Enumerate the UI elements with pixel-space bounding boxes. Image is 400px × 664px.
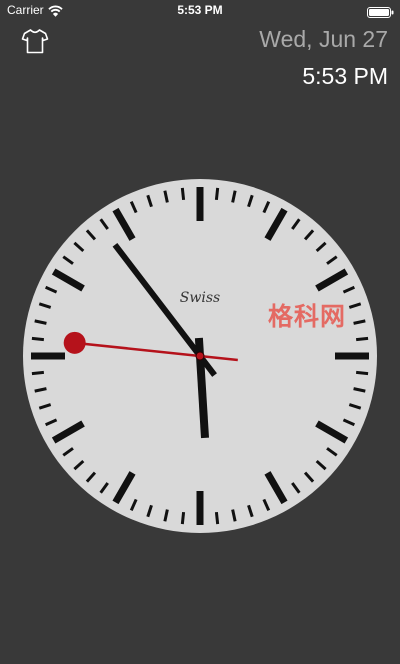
clock-brand-label: Swiss [180, 290, 220, 306]
status-bar: Carrier 5:53 PM [0, 0, 400, 20]
date-label: Wed, Jun 27 [259, 26, 388, 52]
theme-button[interactable] [20, 26, 50, 56]
minute-tick [31, 370, 45, 376]
watermark-label: 格科网 [268, 302, 347, 331]
minute-tick [214, 511, 220, 525]
digital-time-label: 5:53 PM [302, 63, 388, 89]
analog-clock: Swiss [23, 179, 377, 533]
tshirt-icon [21, 29, 49, 54]
clock-center-pin [195, 351, 205, 361]
screen: Carrier 5:53 PM Wed, Jun 27 5:53 PM Swis… [0, 0, 400, 664]
minute-tick [180, 511, 186, 525]
status-time: 5:53 PM [177, 3, 223, 17]
minute-tick [180, 187, 186, 201]
minute-tick [355, 336, 369, 342]
minute-tick [31, 336, 45, 342]
second-hand-tip [63, 331, 86, 354]
clock-face-svg: Swiss [23, 179, 377, 533]
minute-tick [214, 187, 220, 201]
battery-icon [367, 5, 394, 18]
minute-tick [355, 370, 369, 376]
